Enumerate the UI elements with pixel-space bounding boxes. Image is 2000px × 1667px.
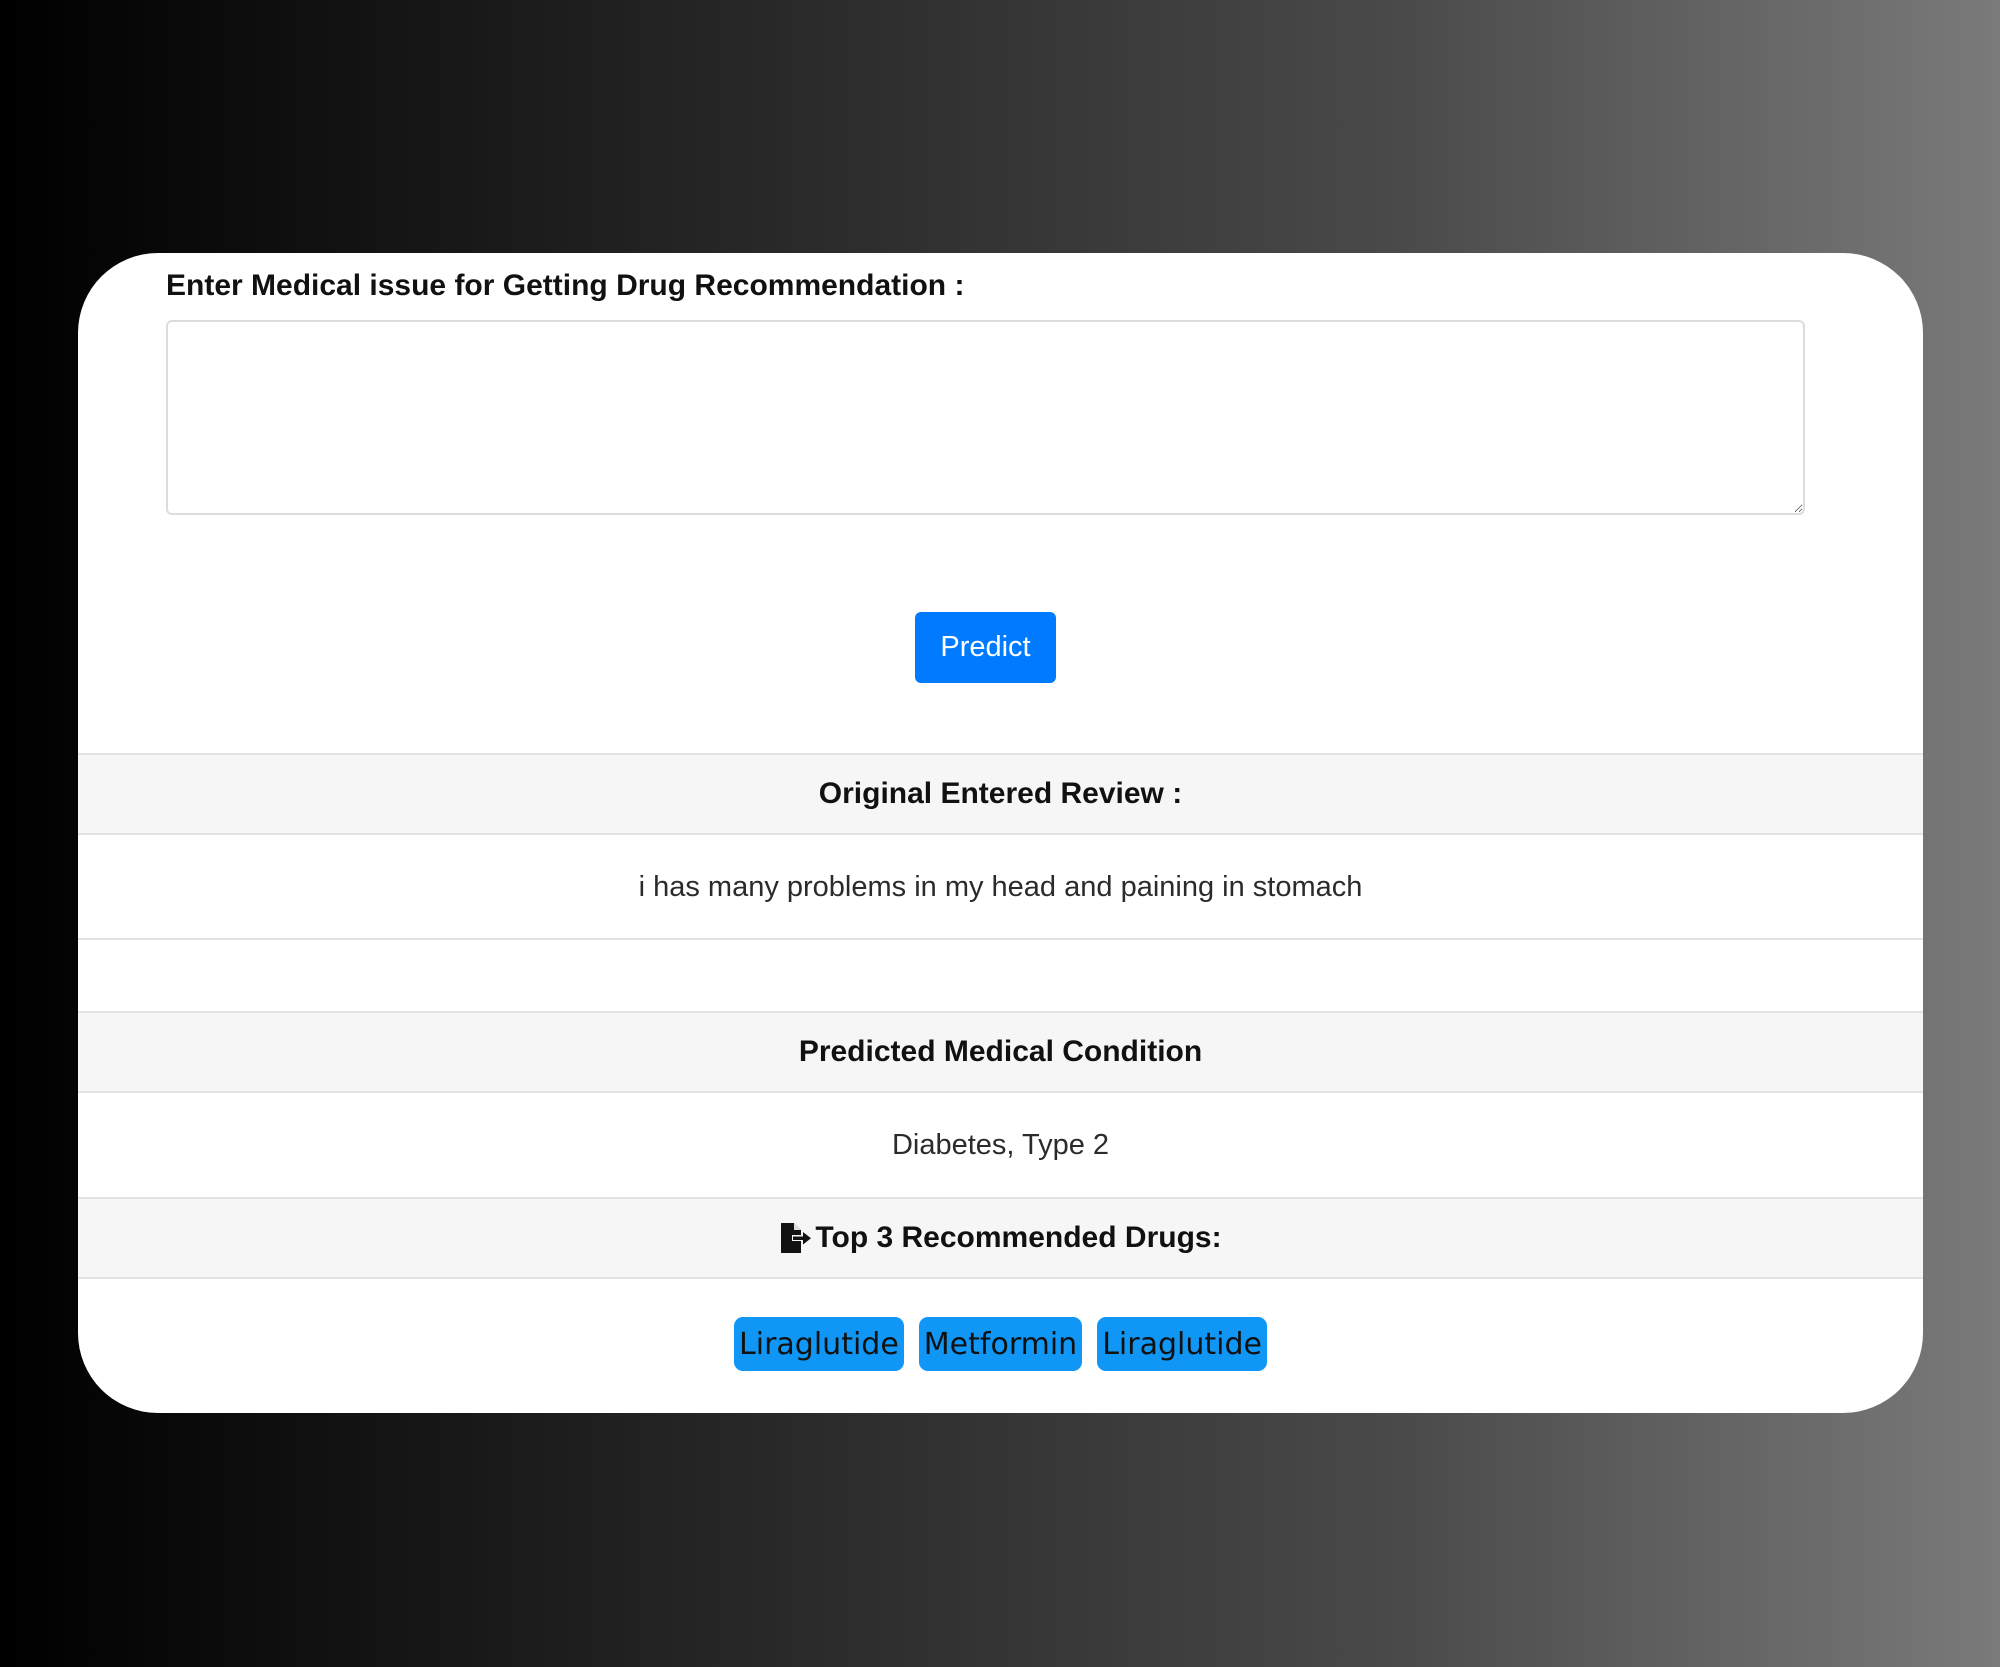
drug-badge[interactable]: Liraglutide <box>1097 1317 1267 1371</box>
predicted-condition-text: Diabetes, Type 2 <box>891 1128 1110 1161</box>
medical-issue-textarea[interactable] <box>166 320 1805 515</box>
recommended-drugs-list: Liraglutide Metformin Liraglutide <box>78 1317 1923 1371</box>
drug-badge[interactable]: Metformin <box>918 1317 1083 1371</box>
medical-issue-label: Enter Medical issue for Getting Drug Rec… <box>166 269 965 302</box>
predicted-condition-body: Diabetes, Type 2 <box>78 1093 1923 1197</box>
original-review-text: i has many problems in my head and paini… <box>638 870 1363 903</box>
predicted-condition-header: Predicted Medical Condition <box>78 1011 1923 1093</box>
recommended-drugs-header: Top 3 Recommended Drugs: <box>78 1197 1923 1279</box>
recommended-drugs-header-text: Top 3 Recommended Drugs: <box>815 1221 1222 1254</box>
drug-badge[interactable]: Liraglutide <box>734 1317 904 1371</box>
drug-recommendation-card: Enter Medical issue for Getting Drug Rec… <box>78 253 1923 1413</box>
original-review-header: Original Entered Review : <box>78 753 1923 835</box>
predict-button[interactable]: Predict <box>915 612 1056 683</box>
file-export-icon <box>781 1223 812 1253</box>
original-review-header-text: Original Entered Review : <box>818 777 1183 810</box>
review-divider <box>78 938 1923 940</box>
original-review-body: i has many problems in my head and paini… <box>78 835 1923 939</box>
predicted-condition-header-text: Predicted Medical Condition <box>798 1035 1203 1068</box>
